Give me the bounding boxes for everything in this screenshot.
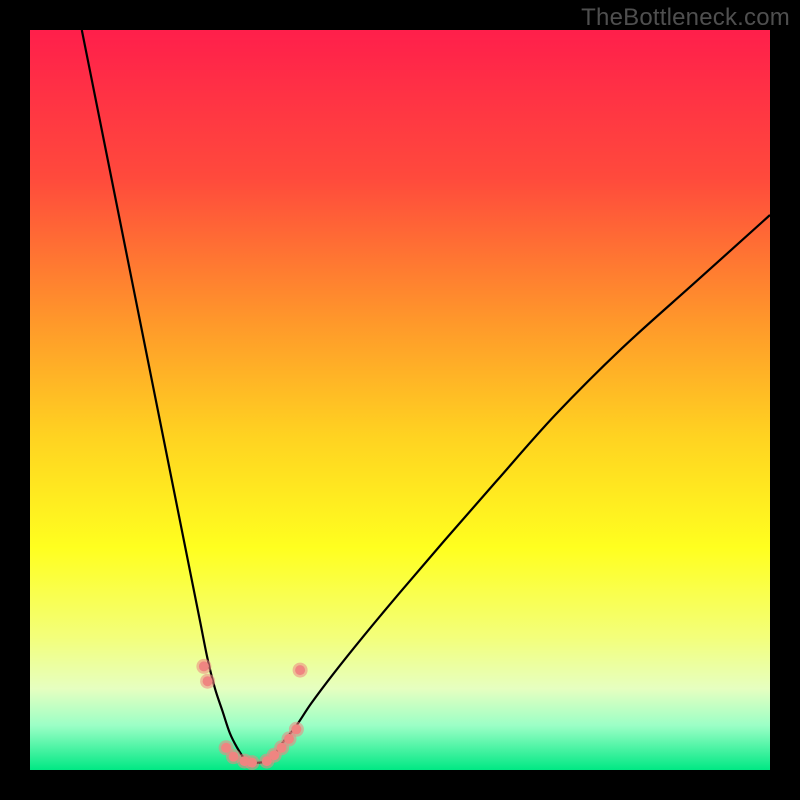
marker-dot-core bbox=[203, 676, 213, 686]
marker-dot-core bbox=[295, 665, 305, 675]
chart-svg bbox=[30, 30, 770, 770]
chart-background bbox=[30, 30, 770, 770]
chart-frame: TheBottleneck.com bbox=[0, 0, 800, 800]
marker-dot-core bbox=[291, 724, 301, 734]
marker-dot-core bbox=[199, 661, 209, 671]
marker-dot-core bbox=[229, 752, 239, 762]
plot-area bbox=[30, 30, 770, 770]
marker-dot-core bbox=[247, 758, 257, 768]
watermark-text: TheBottleneck.com bbox=[581, 4, 790, 32]
